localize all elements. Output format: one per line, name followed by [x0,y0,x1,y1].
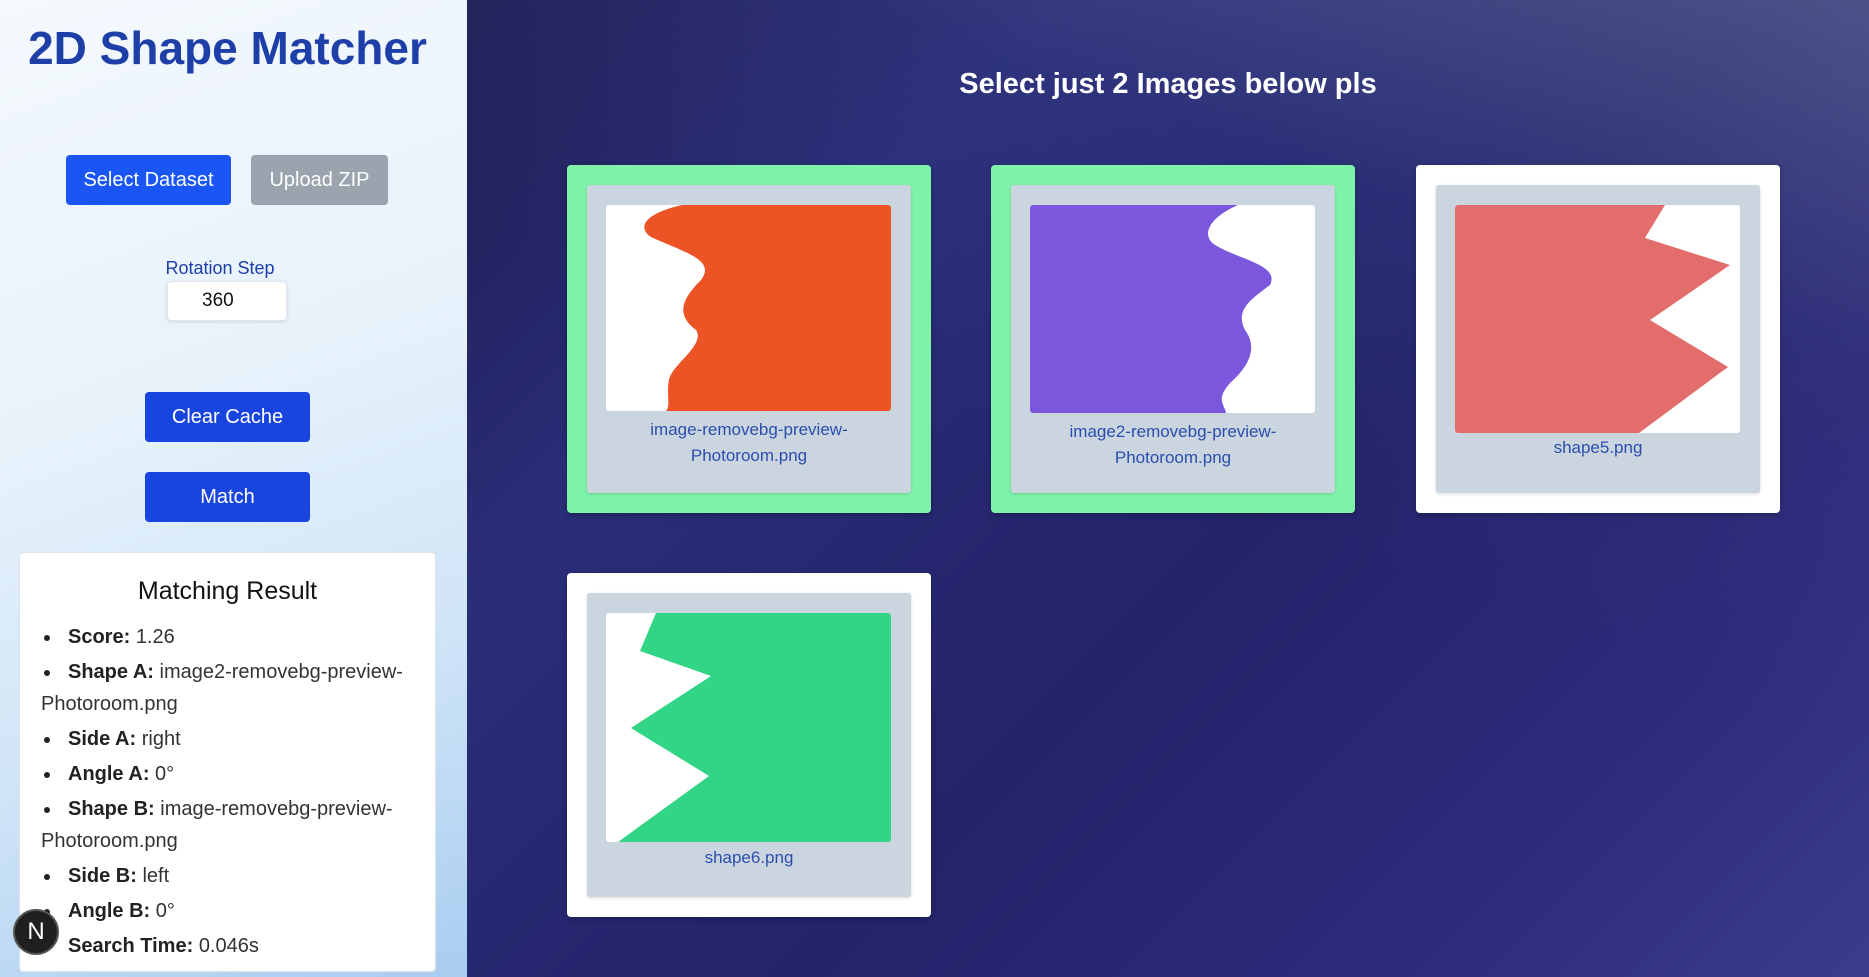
result-key: Side B: [68,865,137,887]
image-filename: shape6.png [704,848,794,867]
clear-cache-button[interactable]: Clear Cache [145,392,310,442]
rotation-step-label: Rotation Step [165,258,275,278]
shape-image-icon [618,613,891,842]
image-filename: image-removebg-preview-Photoroom.png [650,420,848,465]
result-key: Search Time: [68,935,194,957]
matching-result-card: Matching Result Score: 1.26 Shape A: ima… [19,552,436,972]
shape-image-icon [1030,205,1272,413]
select-dataset-button[interactable]: Select Dataset [66,155,231,205]
shape-fill [644,205,891,411]
result-side-b: Side B: left [41,860,421,892]
result-angle-a: Angle A: 0° [41,758,421,790]
image-card[interactable]: shape5.png [1416,165,1780,513]
matching-result-list: Score: 1.26 Shape A: image2-removebg-pre… [41,621,421,965]
image-thumbnail [606,613,891,842]
result-key: Angle B: [68,900,151,922]
image-card-inner: image-removebg-preview-Photoroom.png [587,185,911,493]
result-value: 1.26 [135,626,175,648]
result-value: 0.046s [198,935,259,957]
main-heading: Select just 2 Images below pls [959,68,1377,100]
app-title: 2D Shape Matcher [28,22,427,74]
image-thumbnail [606,205,891,411]
image-card-inner: image2-removebg-preview-Photoroom.png [1011,185,1335,493]
shape-fill [1455,205,1730,433]
image-card-inner: shape5.png [1436,185,1760,493]
sidebar: 2D Shape Matcher Select Dataset Upload Z… [0,0,467,977]
upload-zip-button[interactable]: Upload ZIP [251,155,388,205]
result-angle-b: Angle B: 0° [41,895,421,927]
image-card[interactable]: image2-removebg-preview-Photoroom.png [991,165,1355,513]
main-panel: Select just 2 Images below pls image-rem… [467,0,1869,977]
result-score: Score: 1.26 [41,621,421,653]
result-key: Angle A: [68,763,150,785]
shape-image-icon [644,205,891,411]
image-filename: shape5.png [1553,438,1643,457]
result-side-a: Side A: right [41,723,421,755]
result-key: Shape A: [68,661,154,683]
match-button[interactable]: Match [145,472,310,522]
image-card-inner: shape6.png [587,593,911,897]
matching-result-title: Matching Result [137,577,318,605]
result-search-time: Search Time: 0.046s [41,930,421,962]
result-shape-b: Shape B: image-removebg-preview-Photoroo… [41,793,421,857]
image-card[interactable]: image-removebg-preview-Photoroom.png [567,165,931,513]
result-key: Shape B: [68,798,155,820]
result-value: 0° [155,900,175,922]
image-filename: image2-removebg-preview-Photoroom.png [1069,422,1277,467]
result-key: Side A: [68,728,137,750]
nav-badge-icon[interactable]: N [13,909,59,955]
shape-fill [1030,205,1272,413]
result-value: 0° [155,763,175,785]
shape-image-icon [1455,205,1730,433]
rotation-step-input[interactable] [167,281,287,321]
image-thumbnail [1030,205,1315,413]
result-shape-a: Shape A: image2-removebg-preview-Photoro… [41,656,421,720]
image-card[interactable]: shape6.png [567,573,931,917]
image-thumbnail [1455,205,1740,433]
shape-fill [618,613,891,842]
result-key: Score: [68,626,131,648]
result-value: left [142,865,170,887]
result-value: right [141,728,181,750]
